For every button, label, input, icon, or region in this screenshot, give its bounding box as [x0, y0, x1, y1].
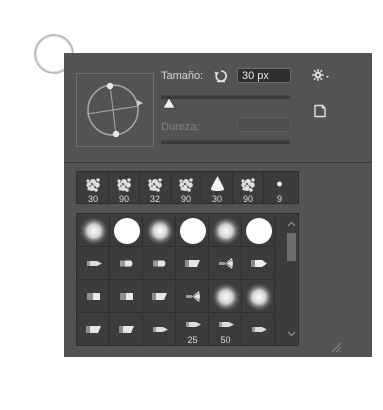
brush-preset-19[interactable]	[111, 314, 143, 346]
brush-preset-22[interactable]: 50	[210, 314, 242, 346]
brush-preset-0[interactable]	[78, 215, 110, 247]
brush-preset-13[interactable]	[111, 281, 143, 313]
recent-brush-3[interactable]: 90	[171, 173, 202, 204]
brush-presets-grid: 25 50	[76, 213, 299, 346]
recent-brush-1[interactable]: 90	[109, 173, 140, 204]
brush-angle-preview[interactable]	[76, 73, 154, 147]
soft-round-brush-icon	[144, 215, 176, 247]
brush-preset-11[interactable]	[243, 248, 275, 280]
flat-tip-brush-icon	[111, 248, 143, 280]
hardness-slider-track[interactable]	[161, 140, 290, 144]
chisel-tip-brush-icon	[78, 281, 110, 313]
pencil-tip-brush-icon	[144, 314, 176, 346]
brush-preset-5[interactable]	[243, 215, 275, 247]
brush-preset-9[interactable]	[177, 248, 209, 280]
hard-round-brush-icon	[243, 215, 275, 247]
hard-round-brush-icon	[177, 215, 209, 247]
brush-preset-7[interactable]	[111, 248, 143, 280]
angled-tip-brush-icon	[78, 314, 110, 346]
marker-tip-brush-icon	[243, 248, 275, 280]
gear-with-dropdown-icon[interactable]	[312, 68, 330, 82]
brush-size-label: 9	[276, 194, 282, 204]
recent-brush-2[interactable]: 32	[140, 173, 171, 204]
recent-brush-4[interactable]: 30	[202, 173, 233, 204]
recent-brush-5[interactable]: 90	[233, 173, 264, 204]
pencil-tip-brush-icon	[243, 314, 275, 346]
soft-round-brush-icon	[78, 215, 110, 247]
reset-rotate-icon[interactable]	[213, 68, 229, 84]
scrollbar-thumb[interactable]	[287, 233, 296, 261]
brush-preset-18[interactable]	[78, 314, 110, 346]
angle-roundness-dial[interactable]	[77, 74, 153, 146]
pencil-tip-brush-icon	[78, 248, 110, 280]
new-preset-icon[interactable]	[313, 104, 327, 118]
section-divider	[64, 162, 372, 163]
brush-preset-23[interactable]	[243, 314, 275, 346]
size-label: Tamaño:	[161, 70, 204, 82]
brush-preset-2[interactable]	[144, 215, 176, 247]
brush-preset-1[interactable]	[111, 215, 143, 247]
brush-preset-20[interactable]	[144, 314, 176, 346]
size-slider-track[interactable]	[161, 95, 290, 99]
brush-size-label: 90	[118, 194, 129, 204]
brush-preset-14[interactable]	[144, 281, 176, 313]
brush-preset-8[interactable]	[144, 248, 176, 280]
size-slider-thumb[interactable]	[162, 96, 176, 109]
hard-round-brush-icon	[111, 215, 143, 247]
brush-preset-10[interactable]	[210, 248, 242, 280]
brush-size-label: 90	[180, 194, 191, 204]
brush-size-label: 90	[242, 194, 253, 204]
brush-size-label: 25	[187, 335, 198, 345]
angled-tip-brush-icon	[177, 248, 209, 280]
size-input[interactable]: 30 px	[237, 68, 291, 83]
flat-tip-brush-icon	[144, 248, 176, 280]
chisel-tip-brush-icon	[111, 281, 143, 313]
recent-brushes-bar: 30 90 32 90 30 90 9	[76, 171, 299, 204]
brush-preset-21[interactable]: 25	[177, 314, 209, 346]
angled-tip-brush-icon	[144, 281, 176, 313]
fan-tip-brush-icon	[210, 248, 242, 280]
brush-size-label: 30	[87, 194, 98, 204]
recent-brush-0[interactable]: 30	[78, 173, 109, 204]
soft-round-brush-icon	[210, 215, 242, 247]
angled-tip-brush-icon	[111, 314, 143, 346]
resize-grip-icon[interactable]	[330, 340, 342, 353]
brush-size-label: 32	[149, 194, 160, 204]
brush-preset-12[interactable]	[78, 281, 110, 313]
hardness-label: Dureza:	[161, 121, 200, 133]
brush-preset-4[interactable]	[210, 215, 242, 247]
brush-preset-6[interactable]	[78, 248, 110, 280]
soft-round-brush-icon	[243, 281, 275, 313]
brush-size-label: 30	[211, 194, 222, 204]
brush-preset-17[interactable]	[243, 281, 275, 313]
hardness-input[interactable]	[237, 117, 291, 132]
recent-brush-6[interactable]: 9	[264, 173, 295, 204]
brush-preset-3[interactable]	[177, 215, 209, 247]
brush-size-label: 50	[220, 335, 231, 345]
